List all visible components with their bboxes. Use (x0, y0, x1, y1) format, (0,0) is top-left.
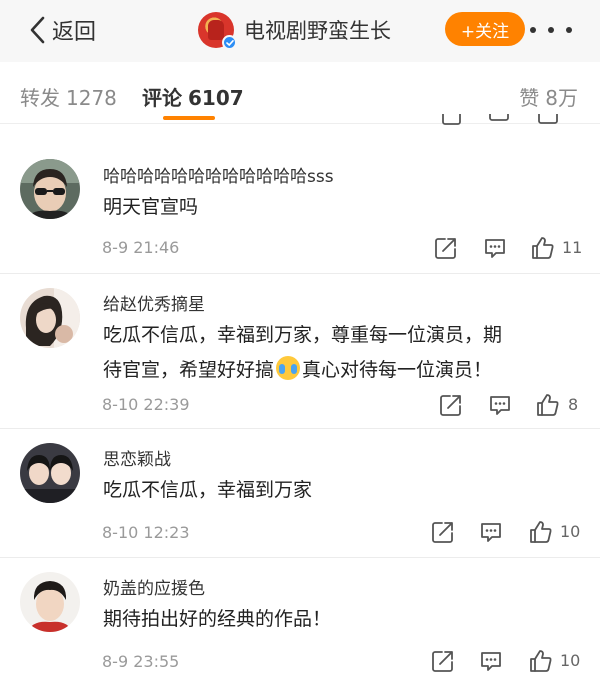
share-button[interactable] (433, 235, 459, 261)
comment-text: 吃瓜不信瓜，幸福到万家 (103, 479, 313, 501)
comment-item: 奶盖的应援色 期待拍出好的经典的作品！ 8-9 23:55 10 (0, 558, 600, 683)
comment-text-line-2: 待官宣，希望好好搞 真心对待每一位演员！ (103, 353, 583, 388)
tab-forward[interactable]: 转发 1278 (20, 82, 117, 111)
avatar[interactable] (20, 443, 80, 503)
tab-like[interactable]: 赞 8万 (519, 82, 578, 111)
share-icon (442, 114, 461, 125)
comment-item: 思恋颖战 吃瓜不信瓜，幸福到万家 8-10 12:23 10 (0, 429, 600, 558)
follow-button[interactable]: +关注 (445, 12, 525, 46)
thumbs-up-icon (538, 114, 558, 124)
share-button[interactable] (438, 392, 464, 418)
channel-info[interactable]: 电视剧野蛮生长 (198, 10, 391, 50)
share-icon (435, 238, 456, 259)
comment-text-line: 吃瓜不信瓜，幸福到万家，尊重每一位演员，期 (103, 324, 503, 346)
share-icon (432, 651, 453, 672)
share-icon (440, 395, 461, 416)
avatar[interactable] (20, 572, 80, 632)
comment-text: 期待拍出好的经典的作品！ (103, 608, 332, 630)
back-button[interactable]: 返回 (28, 12, 96, 48)
share-button[interactable] (430, 519, 456, 545)
thumbs-up-icon (530, 521, 552, 543)
thumbs-up-icon (537, 394, 559, 416)
comment-timestamp: 8-9 21:46 (102, 238, 180, 257)
tab-forward-count: 1278 (66, 86, 117, 110)
reply-button[interactable] (487, 392, 513, 418)
comment-item: 哈哈哈哈哈哈哈哈哈哈哈哈sss 明天官宣吗 8-9 21:46 11 (0, 128, 600, 274)
chevron-left-icon (30, 16, 45, 44)
comment-timestamp: 8-10 12:23 (102, 523, 190, 542)
avatar[interactable] (20, 159, 80, 219)
tab-comment[interactable]: 评论 6107 (142, 82, 244, 111)
comment-icon (485, 239, 505, 258)
more-options-icon[interactable] (530, 16, 572, 44)
comment-icon (490, 396, 510, 415)
reply-button[interactable] (478, 648, 504, 674)
tab-forward-label: 转发 (20, 86, 60, 110)
thumbs-up-icon (532, 237, 554, 259)
reply-button[interactable] (482, 235, 508, 261)
tab-like-label: 赞 (519, 86, 540, 110)
like-count: 10 (560, 522, 581, 541)
share-icon (432, 522, 453, 543)
avatar[interactable] (20, 288, 80, 348)
share-button[interactable] (430, 648, 456, 674)
like-count: 8 (568, 395, 579, 414)
channel-avatar[interactable] (198, 12, 237, 50)
tab-like-count: 8万 (545, 86, 578, 110)
like-count: 11 (562, 238, 583, 257)
comment-text: 吃瓜不信瓜，幸福到万家，尊重每一位演员，期 待官宣，希望好好搞 真心对待每一位演员… (103, 318, 583, 388)
like-count: 10 (560, 651, 581, 670)
like-button[interactable] (535, 392, 561, 418)
like-button[interactable] (530, 235, 556, 261)
channel-name: 电视剧野蛮生长 (244, 19, 391, 43)
like-button[interactable] (528, 519, 554, 545)
comment-author[interactable]: 奶盖的应援色 (103, 574, 205, 599)
comment-author[interactable]: 思恋颖战 (103, 445, 171, 470)
crying-face-emoji (276, 356, 301, 380)
comment-timestamp: 8-9 23:55 (102, 652, 180, 671)
previous-comment-partial (0, 114, 600, 126)
comment-icon (489, 114, 509, 121)
verified-badge-icon (222, 35, 237, 50)
comment-icon (481, 652, 501, 671)
comment-text-part: 待官宣，希望好好搞 (103, 359, 275, 381)
comment-text-part: 真心对待每一位演员！ (302, 359, 493, 381)
comment-author[interactable]: 哈哈哈哈哈哈哈哈哈哈哈哈sss (103, 162, 334, 187)
comment-author[interactable]: 给赵优秀摘星 (103, 290, 205, 315)
thumbs-up-icon (530, 650, 552, 672)
tab-comment-count: 6107 (188, 86, 244, 110)
reply-button[interactable] (478, 519, 504, 545)
like-button[interactable] (528, 648, 554, 674)
comment-icon (481, 523, 501, 542)
comment-timestamp: 8-10 22:39 (102, 395, 190, 414)
tab-comment-label: 评论 (142, 86, 182, 110)
comment-item: 给赵优秀摘星 吃瓜不信瓜，幸福到万家，尊重每一位演员，期 待官宣，希望好好搞 真心… (0, 274, 600, 429)
top-nav-bar: 返回 电视剧野蛮生长 +关注 (0, 0, 600, 62)
comment-text: 明天官宣吗 (103, 196, 199, 218)
back-label: 返回 (52, 20, 97, 45)
